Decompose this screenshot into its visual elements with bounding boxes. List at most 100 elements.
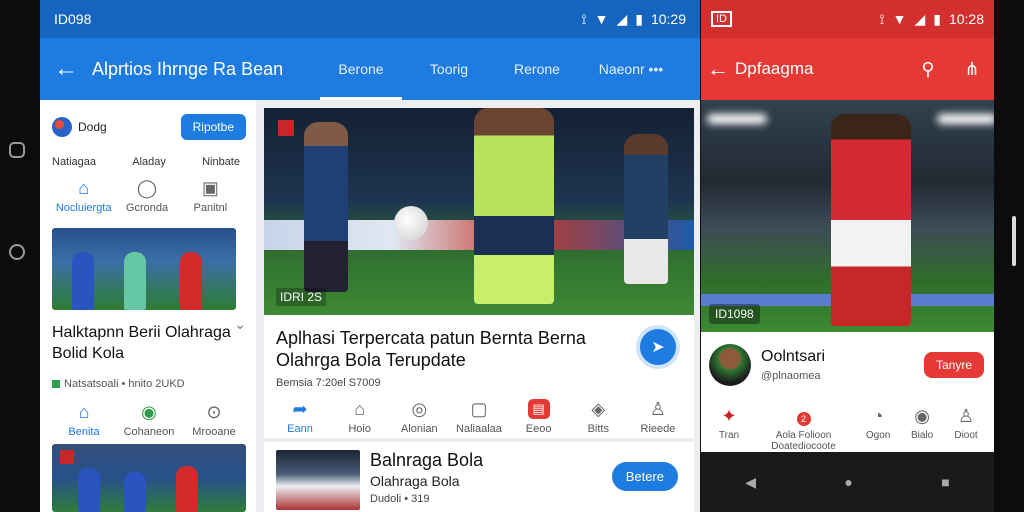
featured-meta: Bemsia 7:20el S7009 bbox=[276, 377, 381, 389]
report-button[interactable]: Ripotbe bbox=[180, 114, 246, 140]
secondary-app-window: ID ⟟ ▼ ◢ ▮ 10:28 ← Dpfaagma ⚲ ⋔ ID1098 O… bbox=[701, 0, 994, 512]
nav-recents-icon[interactable]: ■ bbox=[941, 474, 949, 490]
home-circle-icon[interactable] bbox=[9, 244, 25, 260]
action-gamepad[interactable]: ▢ Naliaalaa bbox=[451, 399, 507, 435]
follow-button[interactable]: Tanyre bbox=[923, 352, 984, 378]
system-nav-bar: ◀ ● ■ bbox=[701, 452, 994, 512]
news-thumbnail[interactable] bbox=[276, 450, 360, 510]
news-meta: Dudoli • 319 bbox=[370, 493, 430, 505]
brand-logo-icon bbox=[52, 117, 72, 137]
right-status-icons: ⟟ ▼ ◢ ▮ 10:28 bbox=[879, 11, 984, 28]
app-badge-icon: ID bbox=[711, 11, 732, 27]
player-figure bbox=[78, 468, 100, 512]
device-edge-right bbox=[994, 0, 1024, 512]
left-meta-text: Natsatsoali • hnito 2UKD bbox=[64, 378, 185, 390]
hero-image[interactable]: IDRI 2S bbox=[264, 108, 694, 315]
right-hero-label: ID1098 bbox=[709, 304, 760, 324]
left-meta: Natsatsoali • hnito 2UKD bbox=[52, 378, 246, 390]
image-icon: ▣ bbox=[201, 178, 219, 198]
team-thumbnail[interactable] bbox=[52, 228, 236, 310]
tab-toorig[interactable]: Toorig bbox=[405, 38, 493, 100]
action-location[interactable]: ◎ Alonian bbox=[391, 399, 447, 435]
chevron-down-icon[interactable]: ⌄ bbox=[234, 316, 246, 333]
back-arrow-icon[interactable]: ← bbox=[701, 56, 735, 82]
right-hero-image[interactable]: ID1098 bbox=[701, 100, 994, 332]
action-coin[interactable]: ◉ Bialo bbox=[900, 406, 944, 452]
stadium-lights bbox=[707, 114, 767, 124]
profile-name[interactable]: Oolntsari bbox=[761, 348, 825, 366]
timer-icon: ◔ bbox=[872, 406, 884, 426]
back-arrow-icon[interactable]: ← bbox=[40, 55, 92, 83]
news-action-button[interactable]: Betere bbox=[611, 462, 678, 491]
send-fab-icon[interactable]: ➤ bbox=[636, 325, 680, 369]
share-icon[interactable]: ⋔ bbox=[950, 59, 994, 80]
shield-icon: ◈ bbox=[591, 399, 606, 419]
vibrate-icon: ⟟ bbox=[581, 10, 587, 27]
team-thumbnail-2[interactable] bbox=[52, 444, 246, 512]
player-figure bbox=[72, 252, 94, 310]
status-bar: ID098 ⟟ ▼ ◢ ▮ 10:29 bbox=[40, 0, 700, 38]
status-time: 10:29 bbox=[650, 11, 686, 27]
action-bookmark[interactable]: ▤ Eeoo bbox=[511, 399, 567, 435]
action-shield[interactable]: ◈ Bitts bbox=[570, 399, 626, 435]
search-icon[interactable]: ⚲ bbox=[906, 59, 950, 80]
tab-more[interactable]: Naeonr ••• bbox=[581, 38, 681, 100]
left-action-circle[interactable]: ◉ Cohaneon bbox=[117, 402, 181, 438]
wifi-icon: ▼ bbox=[892, 10, 907, 27]
left-action-chat[interactable]: ◯ Gcronda bbox=[115, 178, 178, 214]
profile-row: Oolntsari @plnaomea Tanyre bbox=[701, 332, 994, 392]
left-action-download[interactable]: ⊙ Mrooane bbox=[182, 402, 246, 438]
left-icon-row: ⌂ Nocluiergta ◯ Gcronda ▣ Panitnl bbox=[52, 178, 246, 214]
nav-back-icon[interactable]: ◀ bbox=[745, 474, 756, 491]
app-bar: ← Alprtios Ihrnge Ra Bean Berone Toorig … bbox=[40, 38, 700, 100]
action-profile[interactable]: ♙ Rieede bbox=[630, 399, 686, 435]
action-timer[interactable]: ◔ Ogon bbox=[856, 406, 900, 452]
category-label: Aladay bbox=[132, 156, 166, 168]
side-scrollbar[interactable] bbox=[1012, 216, 1016, 266]
icon-label: Ogon bbox=[865, 430, 891, 441]
profile-icon: ♙ bbox=[957, 406, 975, 426]
left-icon-row-2: ⌂ Benita ◉ Cohaneon ⊙ Mrooane bbox=[52, 402, 246, 438]
location-icon: ◎ bbox=[411, 399, 428, 419]
icon-label: Gcronda bbox=[125, 202, 169, 214]
circle-icon: ◉ bbox=[141, 402, 157, 422]
featured-title[interactable]: Aplhasi Terpercata patun Bernta Berna Ol… bbox=[276, 327, 636, 371]
action-share[interactable]: ➦ Eann bbox=[272, 399, 328, 435]
profile-handle: @plnaomea bbox=[761, 370, 821, 382]
action-profile[interactable]: ♙ Dioot bbox=[944, 406, 988, 452]
icon-label: Aola Folioon Doatediocoote bbox=[771, 430, 836, 452]
app-title: Alprtios Ihrnge Ra Bean bbox=[92, 58, 284, 79]
icon-label: Tran bbox=[718, 430, 740, 441]
stadium-lights bbox=[937, 114, 994, 124]
home-icon: ⌂ bbox=[354, 399, 366, 419]
icon-label: Panitnl bbox=[193, 202, 228, 214]
tab-rerone[interactable]: Rerone bbox=[493, 38, 581, 100]
player-figure bbox=[176, 466, 198, 512]
player-figure bbox=[124, 472, 146, 512]
tab-berone[interactable]: Berone bbox=[317, 38, 405, 100]
left-action-home-2[interactable]: ⌂ Benita bbox=[52, 402, 116, 438]
icon-label: Bialo bbox=[910, 430, 934, 441]
left-action-image[interactable]: ▣ Panitnl bbox=[179, 178, 242, 214]
action-text[interactable]: 2 Aola Folioon Doatediocoote bbox=[751, 406, 856, 452]
action-home[interactable]: ⌂ Hoio bbox=[332, 399, 388, 435]
vibrate-icon: ⟟ bbox=[879, 10, 885, 27]
category-labels: Natiagaa Aladay Ninbate bbox=[52, 156, 246, 168]
featured-icon-row: ➦ Eann ⌂ Hoio ◎ Alonian ▢ Naliaalaa ▤ Eeoo ◈ B… bbox=[264, 389, 694, 435]
player-figure bbox=[624, 134, 668, 284]
source-icon bbox=[52, 380, 60, 388]
news-card-2: Balnraga Bola Olahraga Bola Dudoli • 319… bbox=[264, 442, 694, 512]
right-app-bar: ← Dpfaagma ⚲ ⋔ bbox=[701, 38, 994, 100]
icon-label: Mrooane bbox=[192, 426, 236, 438]
recent-apps-icon[interactable] bbox=[9, 142, 25, 158]
action-tools[interactable]: ✦ Tran bbox=[707, 406, 751, 452]
bookmark-icon: ▤ bbox=[527, 399, 550, 419]
avatar[interactable] bbox=[709, 344, 751, 386]
left-action-home[interactable]: ⌂ Nocluiergta bbox=[52, 178, 115, 214]
left-feed-column: Dodg Ripotbe Natiagaa Aladay Ninbate ⌂ No… bbox=[40, 100, 256, 512]
category-label: Ninbate bbox=[202, 156, 240, 168]
badge-icon bbox=[60, 450, 74, 464]
left-headline[interactable]: Halktapnn Berii Olahraga Bolid Kola bbox=[52, 322, 246, 364]
nav-home-icon[interactable]: ● bbox=[844, 474, 852, 490]
channel-badge-icon bbox=[278, 120, 294, 136]
